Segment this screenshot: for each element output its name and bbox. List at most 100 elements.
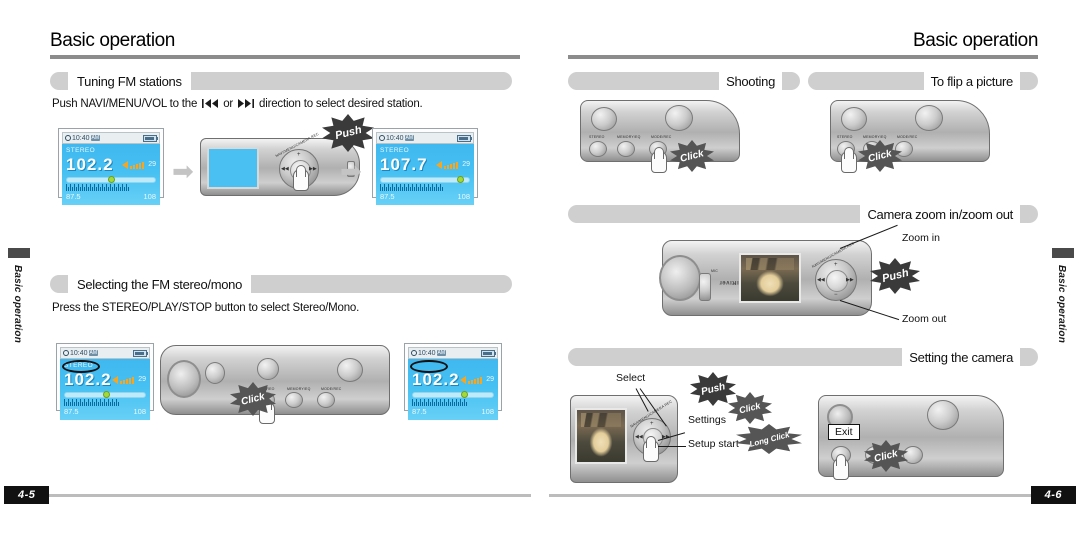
highlight-circle-mono: [410, 360, 448, 373]
manual-spread: Basic operation Basic operation Tuning F…: [0, 0, 1080, 540]
brand-logo: iRiver: [719, 279, 739, 285]
burst-push-label: Push: [699, 380, 727, 398]
lcd-tuning-knob: [456, 176, 464, 183]
section-cap-right: [782, 72, 800, 90]
lcd-fm-after: 10:40 AM STEREO 107.7 29 87.5 108: [372, 128, 478, 205]
page-title: Basic operation: [50, 30, 175, 51]
lcd-stereo-off: 10:40 AM 102.2 29 87.5 108: [404, 343, 502, 420]
burst-push-label: Push: [880, 266, 910, 286]
section-title-stereo-mono: Selecting the FM stereo/mono: [68, 276, 252, 292]
speaker-knob-1: [841, 107, 867, 131]
callout-setup-start: Setup start: [688, 438, 739, 450]
section-title-shooting: Shooting: [726, 73, 775, 89]
section-header-zoom: Camera zoom in/zoom out: [568, 205, 1038, 223]
lcd-freq-row: 107.7 29: [380, 156, 470, 173]
button-label-memory-eq: MEMORY/EQ: [863, 135, 887, 139]
callout-settings: Settings: [688, 414, 726, 426]
section-cap-left: [568, 205, 586, 223]
battery-icon: [133, 349, 148, 357]
lcd-range-max: 108: [133, 407, 146, 416]
lcd-clock: 10:40 AM: [379, 134, 415, 142]
lcd-frequency: 107.7: [380, 155, 428, 174]
lcd-range-max: 108: [481, 407, 494, 416]
side-slider[interactable]: [699, 273, 711, 301]
jog-next-icon: ▶▶: [846, 277, 854, 283]
lcd-ampm: AM: [436, 350, 447, 356]
section-bar-fill: [190, 72, 494, 90]
burst-push-setting: Push: [690, 372, 736, 406]
viewfinder-knob: [205, 362, 225, 384]
lcd-fm-before: 10:40 AM STEREO 102.2 29 87.5 108: [58, 128, 164, 205]
burst-click-label: Click: [738, 400, 762, 416]
memory-eq-button[interactable]: [617, 141, 635, 157]
lcd-freq-row: 102.2 29: [412, 371, 494, 388]
device-shooting-illustration: STEREO MEMORY/EQ MODE/REC: [580, 100, 740, 173]
flow-arrow-right-1: ➡: [172, 156, 194, 186]
section-header-setting: Setting the camera: [568, 348, 1038, 366]
lcd-clock: 10:40 AM: [411, 350, 447, 357]
lcd-range-min: 87.5: [66, 192, 81, 201]
jog-prev-icon: ◀◀: [635, 434, 643, 440]
flow-arrow-right-2: ➡: [340, 156, 362, 186]
lcd-status-bar: 10:40 AM: [408, 347, 498, 359]
burst-click-setting: Click: [728, 392, 772, 424]
volume-bars-icon: [444, 161, 459, 169]
memory-eq-button[interactable]: [285, 392, 303, 408]
lcd-range-max: 108: [457, 192, 470, 201]
section-header-flip: To flip a picture: [808, 72, 1038, 90]
lcd-ampm: AM: [404, 135, 415, 141]
tuning-instruction-mid: or: [223, 98, 234, 110]
lcd-status-bar: 10:40 AM: [376, 132, 474, 144]
button-label-memory-eq: MEMORY/EQ: [287, 387, 311, 391]
device-stereo-illustration: STEREO MEMORY/EQ MODE/REC: [160, 345, 390, 424]
section-bar-fill: [251, 275, 494, 293]
pointing-hand-icon: [833, 454, 849, 480]
section-cap-left: [50, 72, 68, 90]
title-rule: [50, 55, 520, 59]
section-bar-fill: [826, 72, 924, 90]
burst-long-click-label: Long Click: [748, 429, 790, 449]
lcd-range: 87.5 108: [66, 192, 156, 201]
lcd-range-min: 87.5: [64, 407, 79, 416]
jog-plus-icon: +: [650, 421, 654, 427]
speaker-knob-1: [257, 358, 279, 380]
mode-rec-button[interactable]: [903, 446, 923, 464]
tuning-instruction-prefix: Push NAVI/MENU/VOL to the: [52, 98, 198, 110]
lcd-volume-value: 29: [462, 161, 470, 168]
button-label-stereo: STEREO: [837, 135, 853, 139]
jog-plus-icon: +: [297, 152, 301, 158]
section-cap-left: [808, 72, 826, 90]
mode-rec-button[interactable]: [317, 392, 335, 408]
stereo-button[interactable]: [589, 141, 607, 157]
lcd-volume-value: 29: [138, 376, 146, 383]
lcd-freq-row: 102.2 29: [64, 371, 146, 388]
pointing-hand-icon: [841, 147, 857, 173]
section-title-setting: Setting the camera: [909, 349, 1013, 365]
clock-icon: [411, 350, 417, 356]
mode-rec-button[interactable]: [895, 141, 913, 157]
tuning-instruction: Push NAVI/MENU/VOL to the or direction t…: [52, 98, 423, 111]
lcd-ampm: AM: [88, 350, 99, 356]
section-bar-fill: [586, 72, 720, 90]
lcd-time-value: 10:40: [386, 134, 404, 142]
highlight-circle-stereo: [62, 360, 100, 373]
section-header-shooting: Shooting: [568, 72, 800, 90]
button-label-mode-rec: MODE/REC: [897, 135, 918, 139]
lcd-time-value: 10:40: [72, 134, 90, 142]
callout-select: Select: [616, 372, 646, 384]
camera-lens-ring: [167, 360, 201, 398]
right-page-header: Basic operation: [568, 30, 1038, 59]
section-cap-left: [568, 72, 586, 90]
spine-label: Basic operation: [12, 265, 23, 344]
jog-plus-icon: +: [834, 262, 838, 268]
burst-long-click-setting: Long Click: [736, 424, 802, 454]
left-page: Basic operation Basic operation Tuning F…: [0, 0, 540, 540]
lcd-tuning-slider: [66, 176, 156, 183]
fast-forward-icon: [238, 99, 255, 111]
volume-bars-icon: [468, 376, 483, 384]
preview-photo: [741, 255, 799, 301]
pointing-hand-icon: [293, 165, 309, 191]
speaker-knob-1: [591, 107, 617, 131]
lcd-clock: 10:40 AM: [65, 134, 101, 142]
section-bar-fill: [586, 205, 861, 223]
